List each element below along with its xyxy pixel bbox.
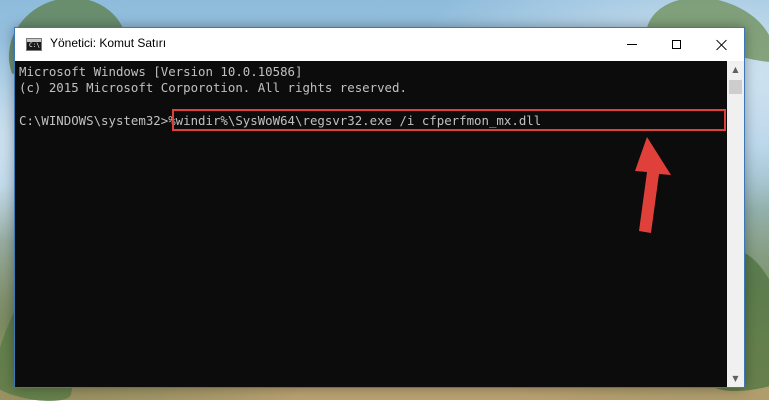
command-prompt-window: C:\ Yönetici: Komut Satırı Microsoft Win… bbox=[14, 27, 745, 388]
annotation-arrow-icon bbox=[635, 137, 671, 233]
vertical-scrollbar[interactable]: ▲ ▼ bbox=[727, 61, 744, 387]
console-output[interactable]: Microsoft Windows [Version 10.0.10586] (… bbox=[15, 61, 727, 387]
maximize-button[interactable] bbox=[654, 28, 699, 61]
scroll-up-icon[interactable]: ▲ bbox=[727, 61, 744, 78]
console-prompt: C:\WINDOWS\system32> bbox=[19, 113, 169, 128]
close-button[interactable] bbox=[699, 28, 744, 61]
scroll-thumb[interactable] bbox=[729, 80, 742, 94]
minimize-icon bbox=[626, 44, 637, 45]
title-bar[interactable]: C:\ Yönetici: Komut Satırı bbox=[15, 28, 744, 61]
maximize-icon bbox=[672, 40, 681, 49]
minimize-button[interactable] bbox=[609, 28, 654, 61]
command-prompt-icon: C:\ bbox=[26, 38, 42, 51]
scroll-down-icon[interactable]: ▼ bbox=[727, 370, 744, 387]
command-highlight-box bbox=[172, 109, 726, 131]
close-icon bbox=[716, 39, 728, 51]
window-title: Yönetici: Komut Satırı bbox=[50, 36, 167, 50]
console-line: (c) 2015 Microsoft Corporotion. All righ… bbox=[19, 80, 407, 95]
console-line: Microsoft Windows [Version 10.0.10586] bbox=[19, 64, 303, 79]
